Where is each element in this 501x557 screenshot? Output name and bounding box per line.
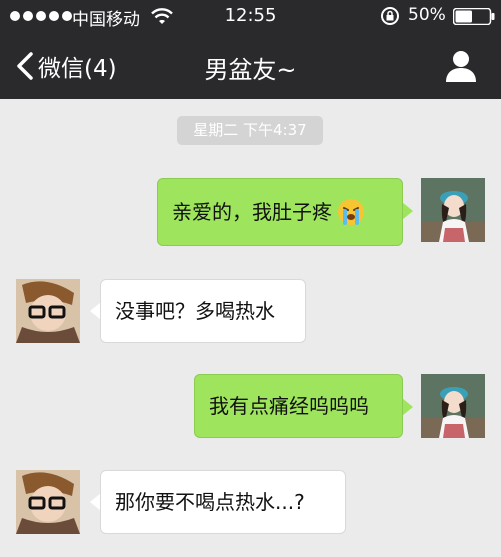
contact-avatar[interactable] [16, 279, 80, 343]
rotation-lock-icon [381, 7, 399, 25]
battery-percentage: 50% [408, 5, 446, 25]
chat-title: 男盆友~ [204, 56, 297, 84]
my-avatar[interactable] [421, 178, 485, 242]
message-bubble-received[interactable]: 没事吧？多喝热水 [100, 279, 306, 343]
message-text: 亲爱的，我肚子疼 [172, 200, 332, 224]
bubble-tail [402, 202, 413, 220]
avatar-boy-image [16, 279, 80, 343]
message-text: 我有点痛经呜呜呜 [209, 394, 369, 418]
message-text: 没事吧？多喝热水 [115, 299, 275, 323]
avatar-boy-image [16, 470, 80, 534]
message-timestamp: 星期二 下午4:37 [177, 116, 323, 145]
avatar-girl-image [421, 374, 485, 438]
message-bubble-sent[interactable]: 亲爱的，我肚子疼 [157, 178, 403, 246]
message-bubble-received[interactable]: 那你要不喝点热水...? [100, 470, 346, 534]
message-text: 那你要不喝点热水...? [115, 490, 305, 514]
bubble-tail [402, 398, 413, 416]
my-avatar[interactable] [421, 374, 485, 438]
status-bar: 中国移动 12:55 50% [0, 0, 501, 32]
message-bubble-sent[interactable]: 我有点痛经呜呜呜 [194, 374, 403, 438]
chat-header: 微信(4) 男盆友~ [0, 32, 501, 99]
contact-avatar[interactable] [16, 470, 80, 534]
battery-icon [453, 8, 495, 25]
contact-profile-icon[interactable] [443, 48, 479, 84]
avatar-girl-image [421, 178, 485, 242]
crying-face-icon [338, 199, 364, 225]
top-bar: 中国移动 12:55 50% 微信(4) 男盆友~ [0, 0, 501, 99]
